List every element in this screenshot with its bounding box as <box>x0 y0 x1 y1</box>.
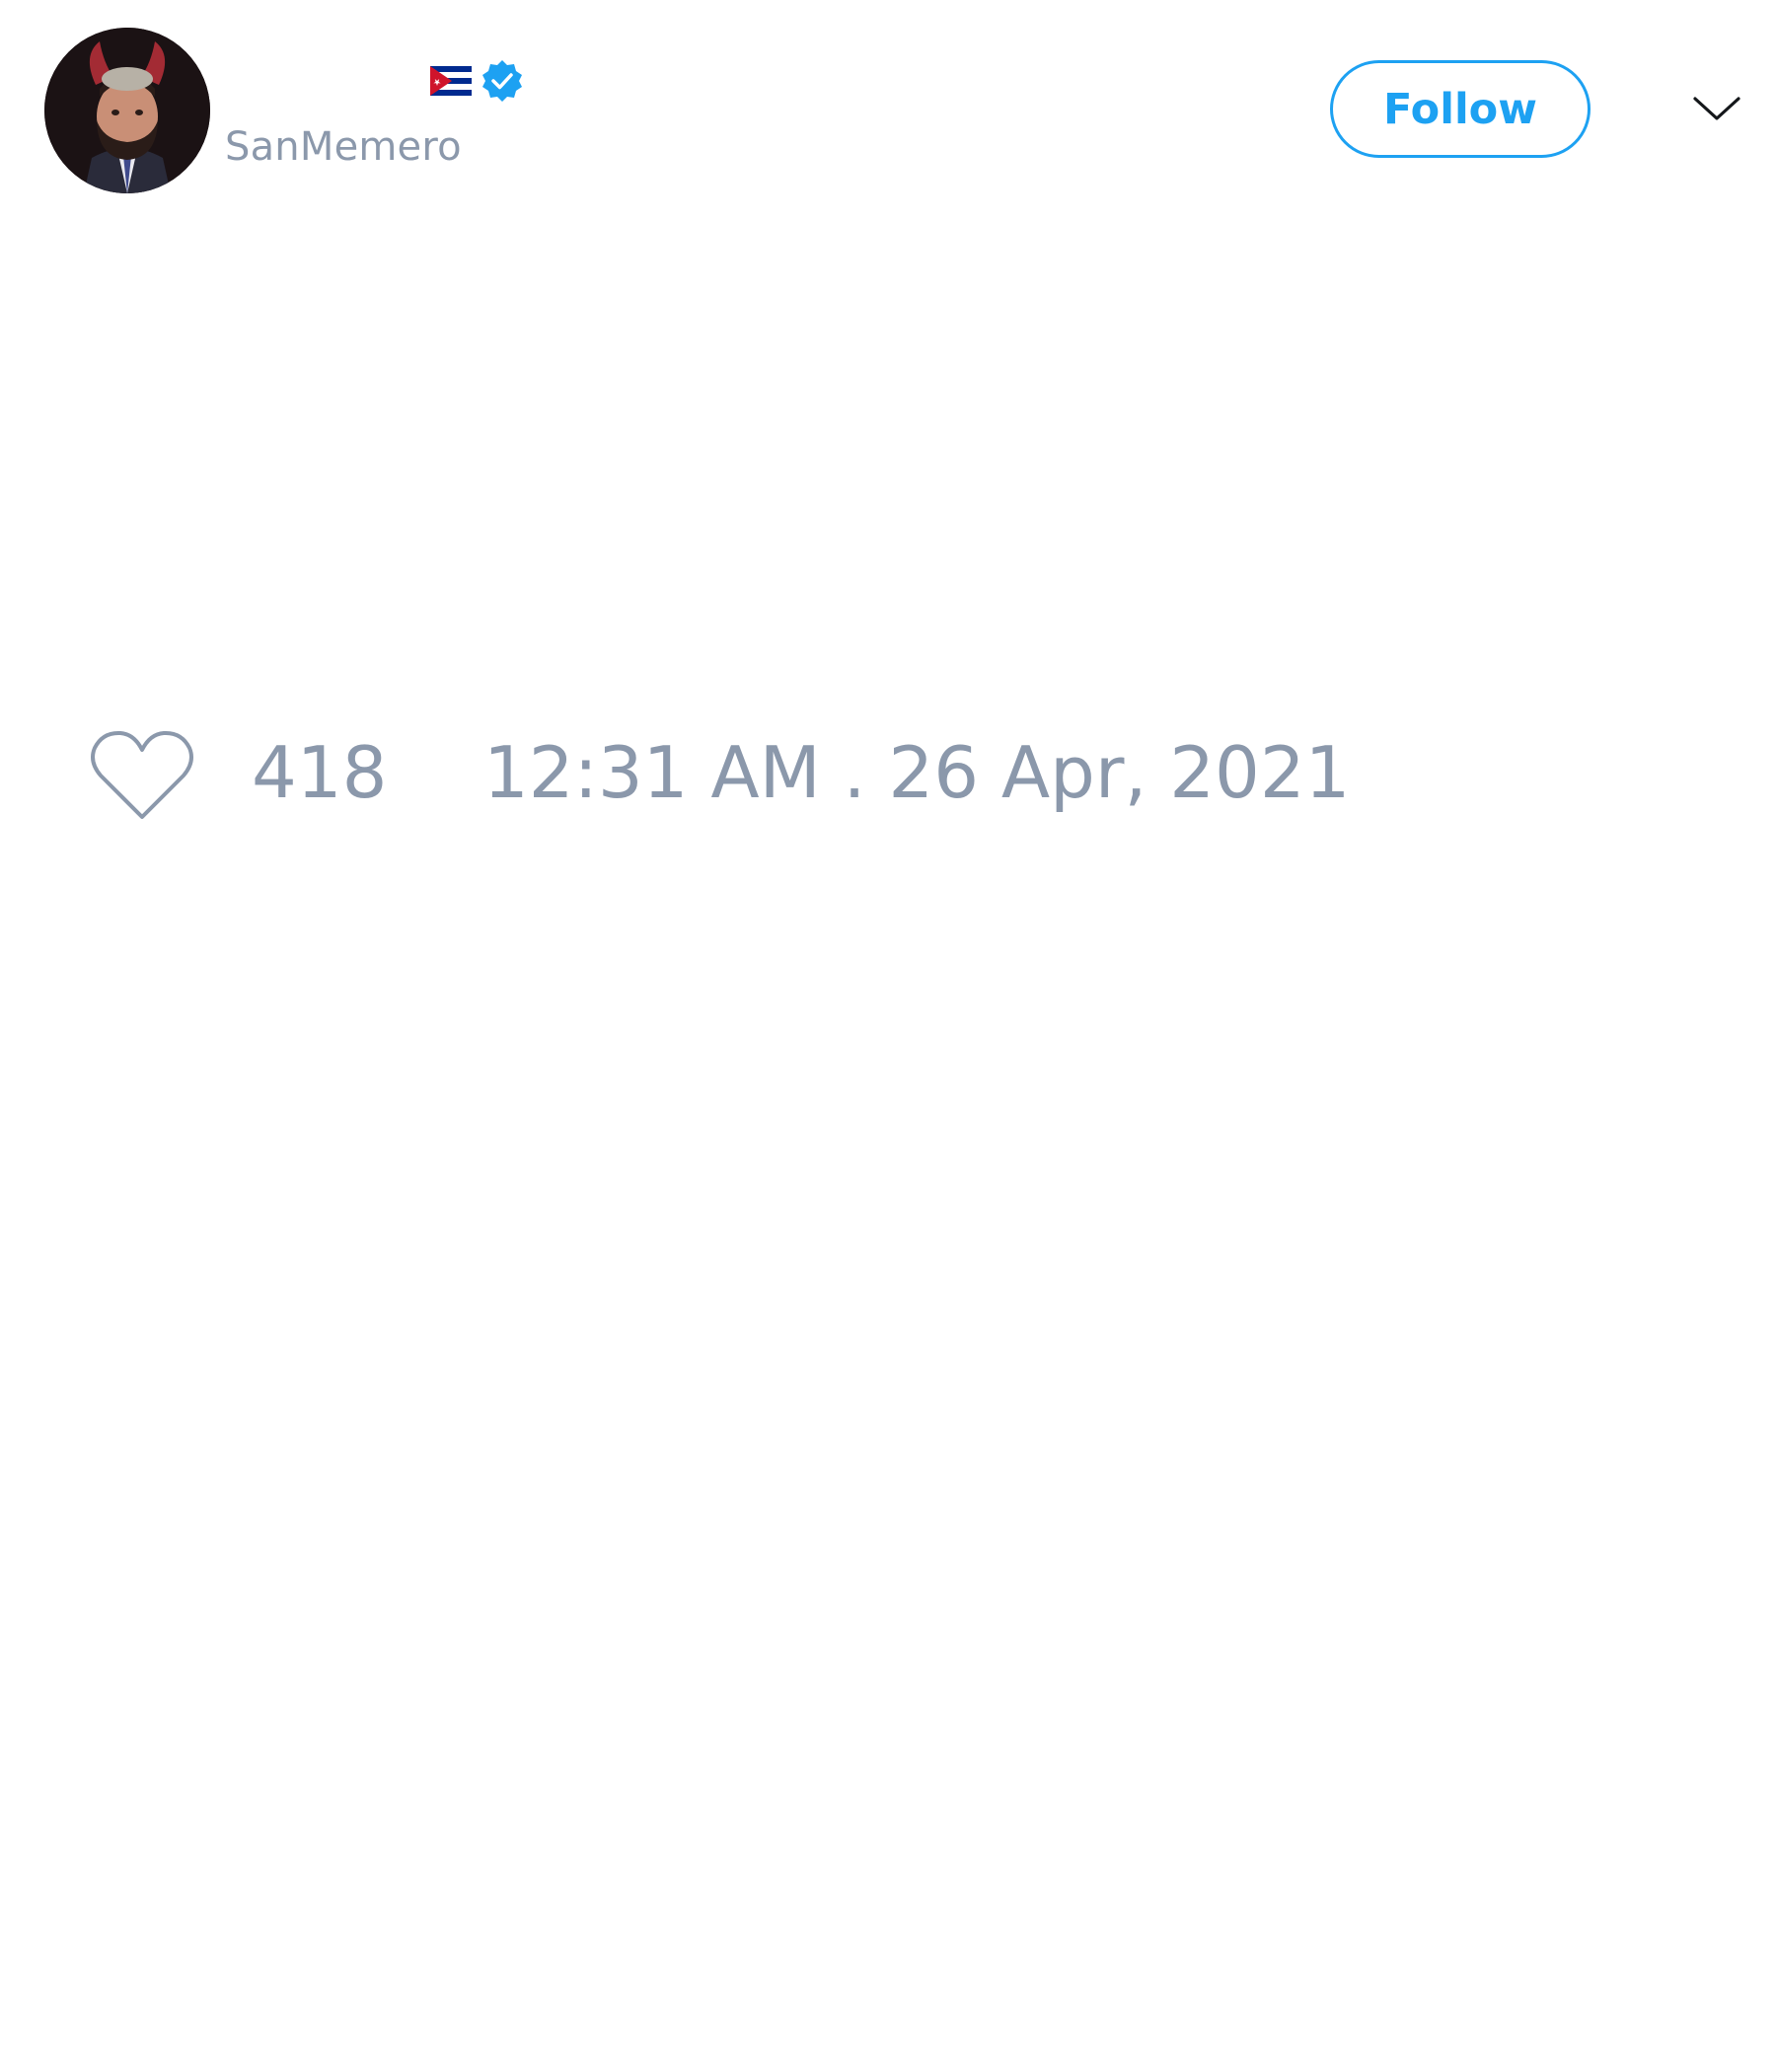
avatar[interactable] <box>44 28 210 193</box>
chevron-down-icon[interactable] <box>1692 91 1741 126</box>
heart-icon[interactable] <box>89 728 195 823</box>
cuba-flag-icon <box>430 66 472 96</box>
follow-button[interactable]: Follow <box>1330 60 1591 158</box>
tweet-timestamp[interactable]: 12:31 AM . 26 Apr, 2021 <box>483 733 1350 812</box>
tweet-meta: 418 12:31 AM . 26 Apr, 2021 <box>89 720 1667 829</box>
user-handle[interactable]: SanMemero <box>225 124 462 170</box>
tweet-header: SanMemero Follow <box>0 0 1776 217</box>
verified-badge-icon <box>480 58 525 104</box>
avatar-image <box>44 28 210 193</box>
like-count[interactable]: 418 <box>252 733 387 812</box>
name-row <box>225 55 525 107</box>
